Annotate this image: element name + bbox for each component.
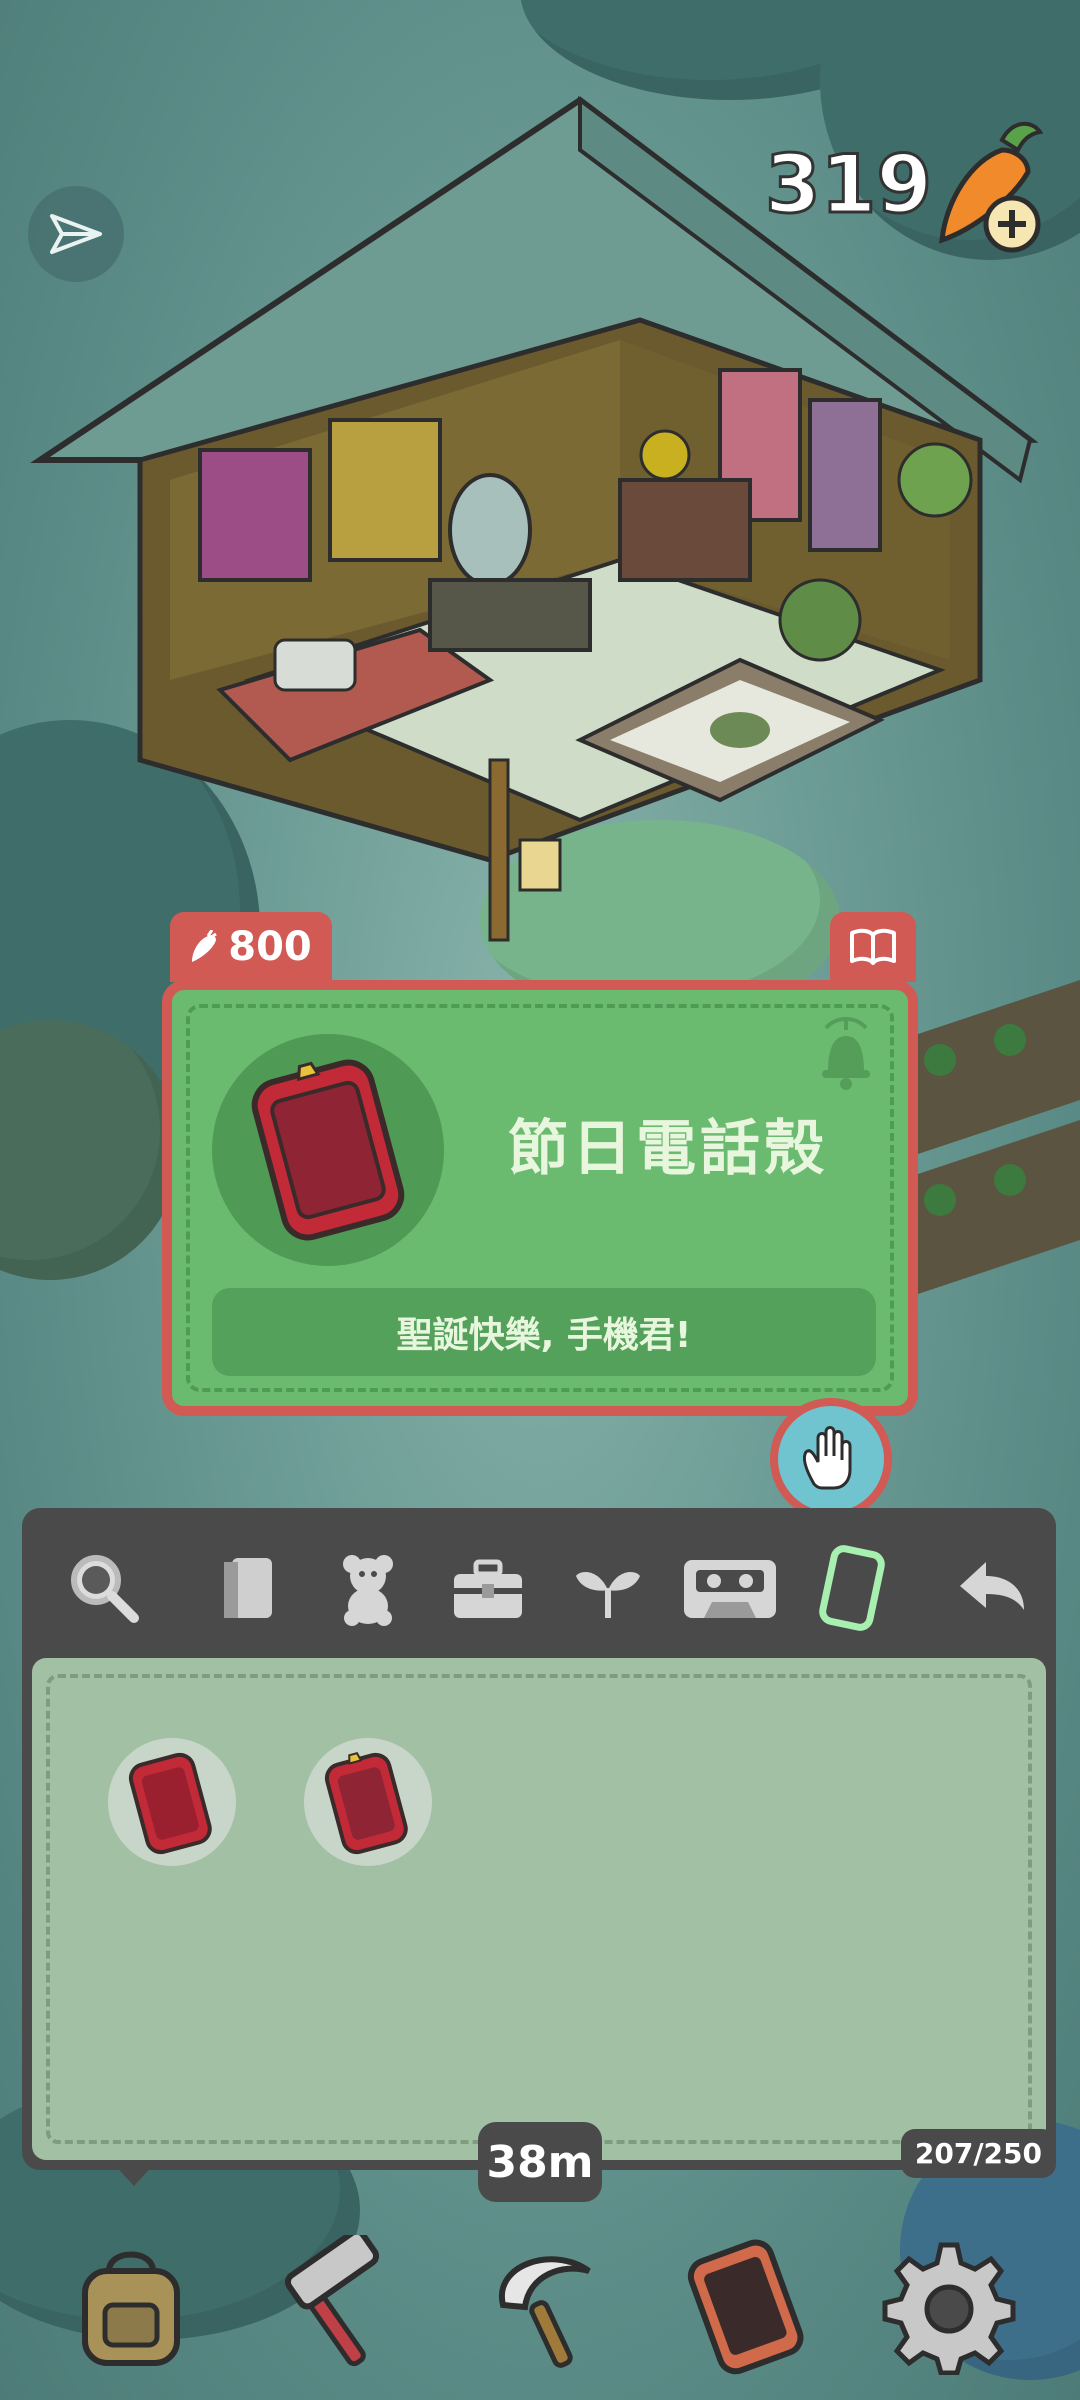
tab-plants[interactable] [558,1538,658,1638]
capacity-badge: 207/250 [900,2129,1056,2178]
carrot-icon [939,121,1044,253]
toolbox-icon [454,1559,522,1618]
panel-pointer [110,2160,158,2186]
timer-badge: 38m [478,2122,602,2202]
christmas-bell-icon [822,1017,870,1090]
hammer-button[interactable] [262,2230,412,2380]
search-icon [71,1555,139,1623]
item-name: 節日電話殼 [508,1114,828,1184]
hammer-icon [284,2235,380,2367]
inventory-slot-phone-case-1[interactable] [108,1738,236,1866]
gear-icon [882,2242,1016,2375]
sickle-button[interactable] [468,2230,618,2380]
tab-books[interactable] [200,1538,300,1638]
item-image [212,1034,444,1266]
item-detail-card: 節日電話殼 聖誕快樂, 手機君! [162,980,918,1416]
red-phone-case-icon [251,1059,405,1241]
carrot-small-icon [192,930,218,962]
teddy-bear-icon [343,1555,393,1626]
red-phone-case-icon [128,1752,212,1855]
inventory-slot-phone-case-2[interactable] [304,1738,432,1866]
phone-icon [687,2239,804,2375]
tab-tools[interactable] [438,1538,538,1638]
sickle-icon [498,2256,591,2368]
category-tabbar [22,1508,1056,1658]
tab-toys[interactable] [318,1538,418,1638]
interact-hand-button[interactable] [770,1398,892,1520]
phone-button[interactable] [670,2230,820,2380]
price-value: 800 [228,924,312,970]
backpack-button[interactable] [56,2230,206,2380]
carrot-count: 319 [764,137,934,233]
inventory-panel: 207/250 [22,1508,1056,2178]
paper-plane-icon [50,214,102,254]
share-button[interactable] [28,186,124,282]
hand-icon [802,1426,852,1490]
item-description: 聖誕快樂, 手機君! [212,1288,876,1376]
add-carrots-button[interactable] [932,120,1052,260]
back-button[interactable] [942,1538,1042,1638]
catalog-button[interactable] [830,912,916,982]
cassette-icon [684,1560,776,1618]
book-icon [224,1558,272,1618]
tab-search[interactable] [54,1538,154,1638]
settings-button[interactable] [874,2230,1024,2380]
phone-case-icon [819,1545,885,1631]
sprout-icon [576,1571,640,1618]
red-gold-phone-case-icon [324,1752,408,1855]
tab-phone-cases[interactable] [802,1538,902,1638]
inventory-grid [32,1658,1046,2160]
tab-music[interactable] [680,1538,780,1638]
back-arrow-icon [960,1562,1024,1610]
price-tag: 800 [170,912,332,982]
open-book-icon [850,928,896,965]
backpack-icon [82,2251,180,2366]
garden-plot [900,980,1080,1300]
